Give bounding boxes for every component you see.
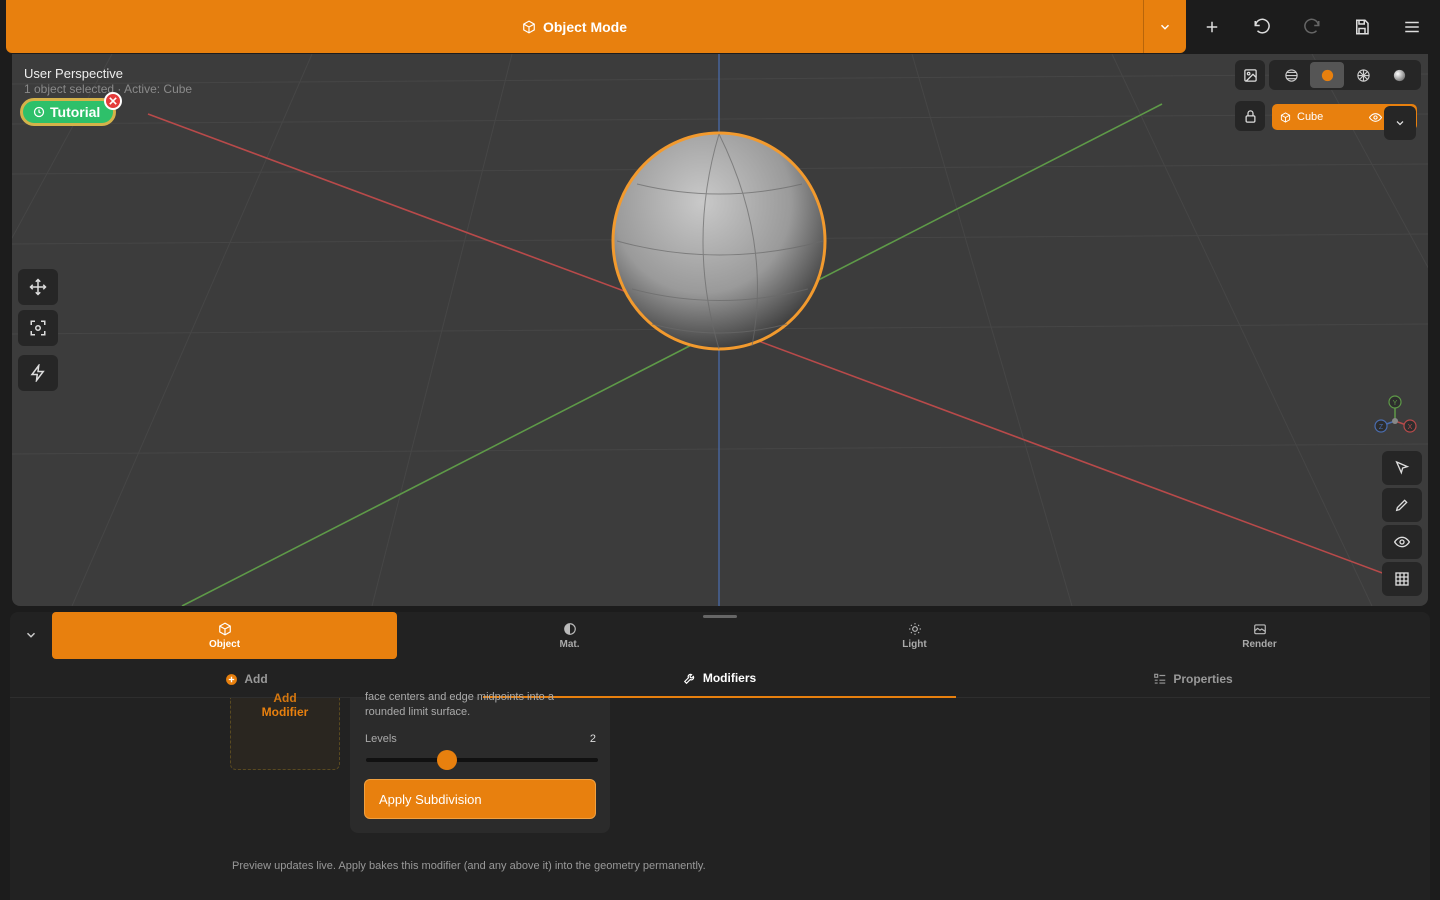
add-button[interactable] <box>1197 12 1227 42</box>
tab-label: Render <box>1242 638 1277 650</box>
object-dropdown-button[interactable] <box>1384 106 1416 140</box>
subtab-label: Add <box>244 672 268 686</box>
add-modifier-card[interactable]: Add Modifier <box>230 691 340 770</box>
close-icon <box>109 97 117 105</box>
chevron-down-icon <box>26 632 36 638</box>
lightning-icon <box>30 364 45 382</box>
panel-collapse-button[interactable] <box>20 624 42 646</box>
tutorial-close-button[interactable] <box>104 92 122 110</box>
save-icon <box>1356 19 1369 35</box>
grid-toggle-button[interactable] <box>1382 562 1422 596</box>
list-icon <box>1154 673 1166 684</box>
tab-label: Light <box>902 638 927 650</box>
levels-slider[interactable] <box>366 750 598 770</box>
tab-object[interactable]: Object <box>52 612 397 659</box>
menu-button[interactable] <box>1397 12 1427 42</box>
sun-icon <box>908 622 921 635</box>
focus-tool-button[interactable] <box>18 310 58 346</box>
object-mode-button[interactable]: Object Mode <box>6 0 1143 53</box>
view-title: User Perspective <box>24 66 123 81</box>
levels-slider-thumb[interactable] <box>437 750 458 770</box>
chevron-down-icon <box>1396 121 1404 126</box>
wireframe-sphere-icon <box>1284 68 1298 82</box>
add-modifier-line1: Add <box>273 691 297 705</box>
eye-icon[interactable] <box>1369 111 1382 124</box>
tab-render[interactable]: Render <box>1087 612 1432 659</box>
wrench-icon <box>683 673 694 685</box>
sphere-object <box>611 131 827 351</box>
mode-dropdown-button[interactable] <box>1143 0 1186 53</box>
pencil-icon <box>1395 499 1408 512</box>
add-circle-icon <box>226 673 238 685</box>
background-image-button[interactable] <box>1235 60 1265 90</box>
subtab-properties[interactable]: Properties <box>956 660 1430 698</box>
modifier-description-line1: face centers and edge midpoints into a <box>365 691 554 703</box>
mode-label: Object Mode <box>542 18 627 35</box>
lock-icon <box>1245 109 1255 123</box>
active-object-name: Cube <box>1297 111 1324 123</box>
tab-label: Mat. <box>559 638 580 650</box>
rendered-sphere-icon <box>1393 69 1405 81</box>
move-icon <box>29 278 47 296</box>
redo-button[interactable] <box>1297 12 1327 42</box>
tab-label: Object <box>208 638 241 650</box>
subtab-bar: Add Modifiers Properties <box>10 660 1430 698</box>
image-icon <box>1243 68 1257 82</box>
gizmo-y-label: Y <box>1393 400 1398 407</box>
subtab-label: Modifiers <box>702 671 757 685</box>
add-modifier-line2: Modifier <box>261 705 309 719</box>
render-image-icon <box>1253 623 1266 634</box>
eye-icon <box>1394 536 1410 548</box>
undo-icon <box>1254 18 1270 34</box>
cube-icon <box>523 19 535 34</box>
top-bar: Object Mode <box>0 0 1440 54</box>
3d-viewport[interactable]: User Perspective 1 object selected · Act… <box>12 54 1428 606</box>
lock-camera-button[interactable] <box>1235 101 1265 131</box>
viewport-scene[interactable] <box>12 54 1428 606</box>
apply-subdivision-button[interactable]: Apply Subdivision <box>364 779 596 819</box>
focus-icon <box>30 320 46 336</box>
cursor-icon <box>1395 460 1410 475</box>
cube-icon <box>1280 111 1291 123</box>
quick-action-button[interactable] <box>18 355 58 391</box>
solid-sphere-icon <box>1321 69 1333 81</box>
move-tool-button[interactable] <box>18 269 58 305</box>
visibility-tool-button[interactable] <box>1382 525 1422 559</box>
tutorial-button[interactable]: Tutorial <box>20 98 116 126</box>
save-button[interactable] <box>1347 12 1377 42</box>
grid-icon <box>1395 572 1409 586</box>
gizmo-z-label: Z <box>1379 424 1384 431</box>
tutorial-label: Tutorial <box>50 104 101 120</box>
tab-material[interactable]: Mat. <box>397 612 742 659</box>
properties-panel: Object Mat. Light Render Add Modifiers P… <box>10 612 1430 900</box>
tab-light[interactable]: Light <box>742 612 1087 659</box>
draw-tool-button[interactable] <box>1382 488 1422 522</box>
levels-value: 2 <box>589 733 596 745</box>
redo-icon <box>1304 18 1320 34</box>
modifier-description-line2: rounded limit surface. <box>365 706 471 718</box>
chevron-down-icon <box>1160 24 1170 30</box>
clock-icon <box>33 106 45 118</box>
shading-material[interactable] <box>1346 62 1380 88</box>
cube-icon <box>218 621 231 636</box>
shading-wireframe[interactable] <box>1274 62 1308 88</box>
axis-gizmo[interactable]: Y X Z <box>1372 394 1422 434</box>
plus-icon <box>1206 21 1218 33</box>
gizmo-x-label: X <box>1408 424 1413 431</box>
levels-label: Levels <box>365 733 397 745</box>
shading-mode-bar <box>1269 60 1421 90</box>
hamburger-icon <box>1405 21 1419 33</box>
half-circle-icon <box>563 622 576 635</box>
material-sphere-icon <box>1356 68 1370 82</box>
select-tool-button[interactable] <box>1382 451 1422 485</box>
shading-solid[interactable] <box>1310 62 1344 88</box>
shading-rendered[interactable] <box>1382 62 1416 88</box>
subdivision-modifier-card: face centers and edge midpoints into a r… <box>350 691 610 833</box>
subtab-label: Properties <box>1173 672 1233 686</box>
modifier-footnote: Preview updates live. Apply bakes this m… <box>232 860 706 872</box>
undo-button[interactable] <box>1247 12 1277 42</box>
